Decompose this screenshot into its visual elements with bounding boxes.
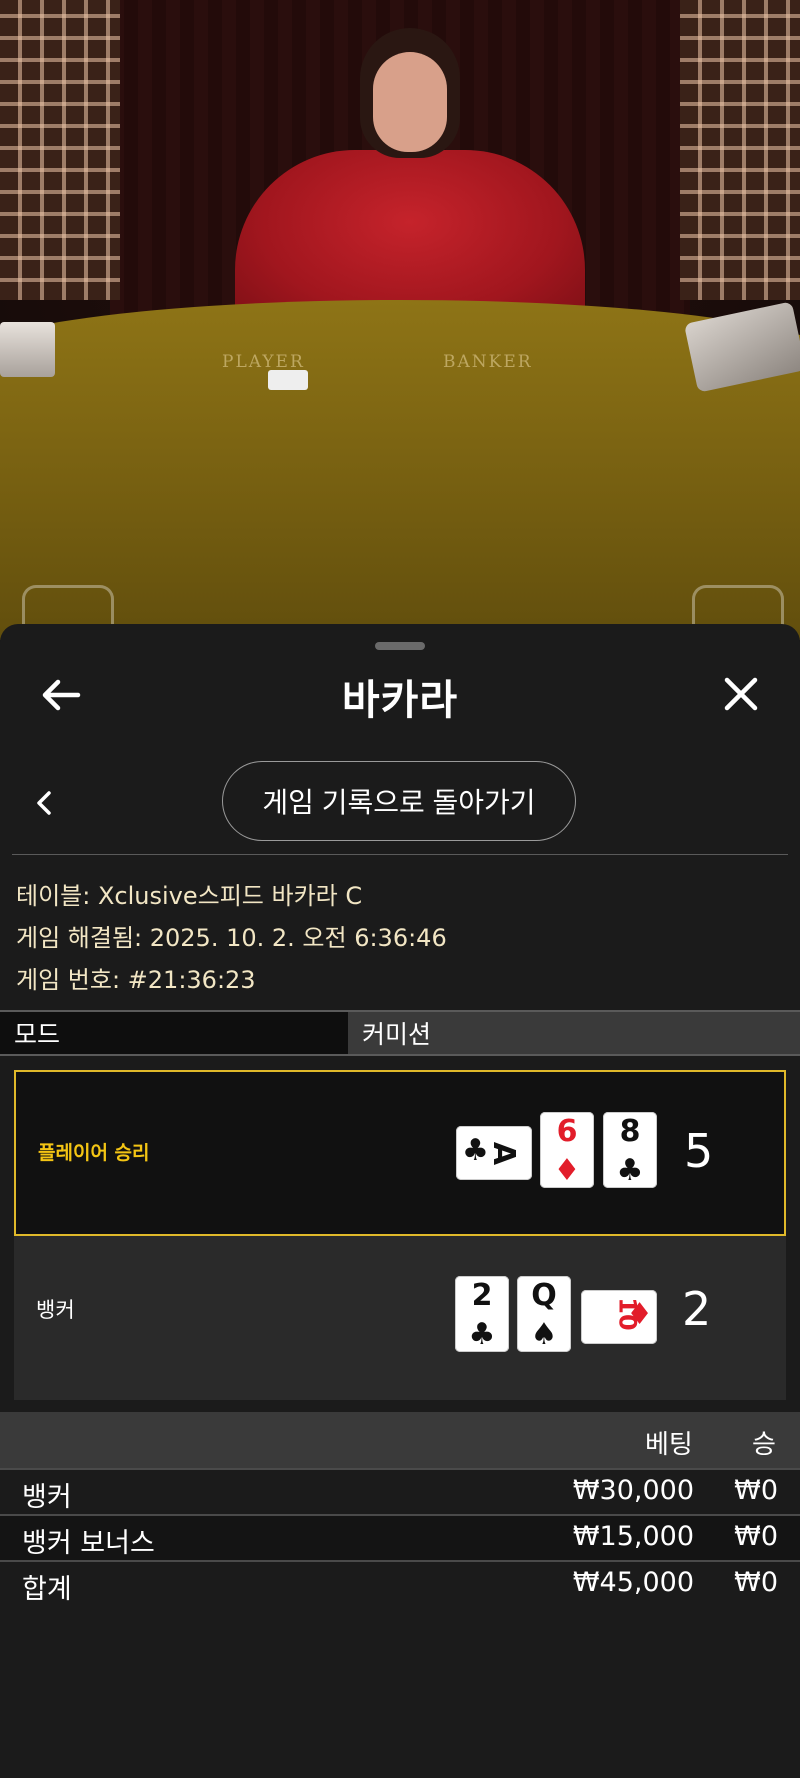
info-table-label: 테이블:: [16, 882, 98, 910]
drag-handle[interactable]: [375, 642, 425, 650]
divider: [12, 854, 788, 855]
diamond-suit-icon: ♦: [553, 1153, 581, 1188]
bet-amount: ₩45,000: [572, 1567, 694, 1598]
felt-player-label: PLAYER: [222, 352, 305, 372]
diamond-suit-icon: ♦: [626, 1297, 653, 1332]
player-card-3: 8 ♣: [603, 1112, 657, 1188]
info-number-label: 게임 번호:: [16, 966, 128, 994]
win-amount: ₩0: [734, 1521, 778, 1552]
bets-table-header: 베팅 승: [0, 1412, 800, 1470]
info-table-value: Xclusive스피드 바카라 C: [97, 882, 363, 910]
live-video-feed: PLAYER BANKER: [0, 0, 800, 640]
club-suit-icon: ♣: [462, 1133, 489, 1168]
table-row: 뱅커 ₩30,000 ₩0: [0, 1470, 800, 1516]
info-resolved-value: 2025. 10. 2. 오전 6:36:46: [149, 924, 447, 952]
tab-commission[interactable]: 커미션: [348, 1010, 800, 1056]
tab-bar: 모드 커미션: [0, 1010, 800, 1058]
card-rank: Q: [531, 1278, 557, 1313]
table-row-total: 합계 ₩45,000 ₩0: [0, 1562, 800, 1606]
table-felt: [0, 300, 800, 640]
banker-result-label: 뱅커: [36, 1298, 75, 1322]
lattice-panel-left: [0, 0, 120, 300]
column-header-bet: 베팅: [645, 1430, 693, 1460]
chevron-left-icon[interactable]: [28, 786, 62, 820]
card-deck: [0, 322, 55, 377]
column-header-win: 승: [752, 1430, 776, 1460]
banker-card-2: Q ♠: [517, 1276, 571, 1352]
bet-amount: ₩15,000: [572, 1521, 694, 1552]
banker-card-3: 10 ♦: [581, 1290, 657, 1344]
tab-mode[interactable]: 모드: [0, 1010, 348, 1056]
card-rank: 8: [619, 1114, 641, 1149]
player-result-label: 플레이어 승리: [38, 1142, 150, 1164]
info-number-value: #21:36:23: [127, 966, 256, 994]
player-score: 5: [684, 1124, 714, 1178]
banker-result-panel: 뱅커 2 ♣ Q ♠ 10 ♦ 2: [14, 1236, 786, 1400]
dealer-face: [373, 52, 447, 152]
info-number: 게임 번호: #21:36:23: [16, 960, 256, 995]
felt-banker-label: BANKER: [443, 352, 533, 372]
page-title: 바카라: [341, 676, 459, 724]
close-icon[interactable]: [718, 671, 764, 717]
player-card-2: 6 ♦: [540, 1112, 594, 1188]
back-to-history-button[interactable]: 게임 기록으로 돌아가기: [222, 761, 576, 841]
table-row: 뱅커 보너스 ₩15,000 ₩0: [0, 1516, 800, 1562]
card-rank: A: [486, 1141, 522, 1166]
info-resolved: 게임 해결됨: 2025. 10. 2. 오전 6:36:46: [16, 918, 447, 953]
spade-suit-icon: ♠: [530, 1317, 558, 1352]
player-result-panel: 플레이어 승리 A ♣ 6 ♦ 8 ♣ 5: [14, 1070, 786, 1236]
win-amount: ₩0: [734, 1567, 778, 1598]
club-suit-icon: ♣: [616, 1153, 644, 1188]
card-rank: 2: [471, 1278, 493, 1313]
info-table: 테이블: Xclusive스피드 바카라 C: [16, 876, 362, 911]
bet-amount: ₩30,000: [572, 1475, 694, 1506]
player-card-1: A ♣: [456, 1126, 532, 1180]
bet-name: 뱅커: [22, 1482, 72, 1513]
bet-name: 뱅커 보너스: [22, 1528, 155, 1559]
banker-card-1: 2 ♣: [455, 1276, 509, 1352]
club-suit-icon: ♣: [468, 1317, 496, 1352]
banker-score: 2: [682, 1282, 712, 1336]
info-resolved-label: 게임 해결됨:: [16, 924, 150, 952]
bet-name: 합계: [22, 1574, 72, 1605]
dealt-card: [268, 370, 308, 390]
win-amount: ₩0: [734, 1475, 778, 1506]
lattice-panel-right: [680, 0, 800, 300]
card-rank: 6: [556, 1114, 578, 1149]
